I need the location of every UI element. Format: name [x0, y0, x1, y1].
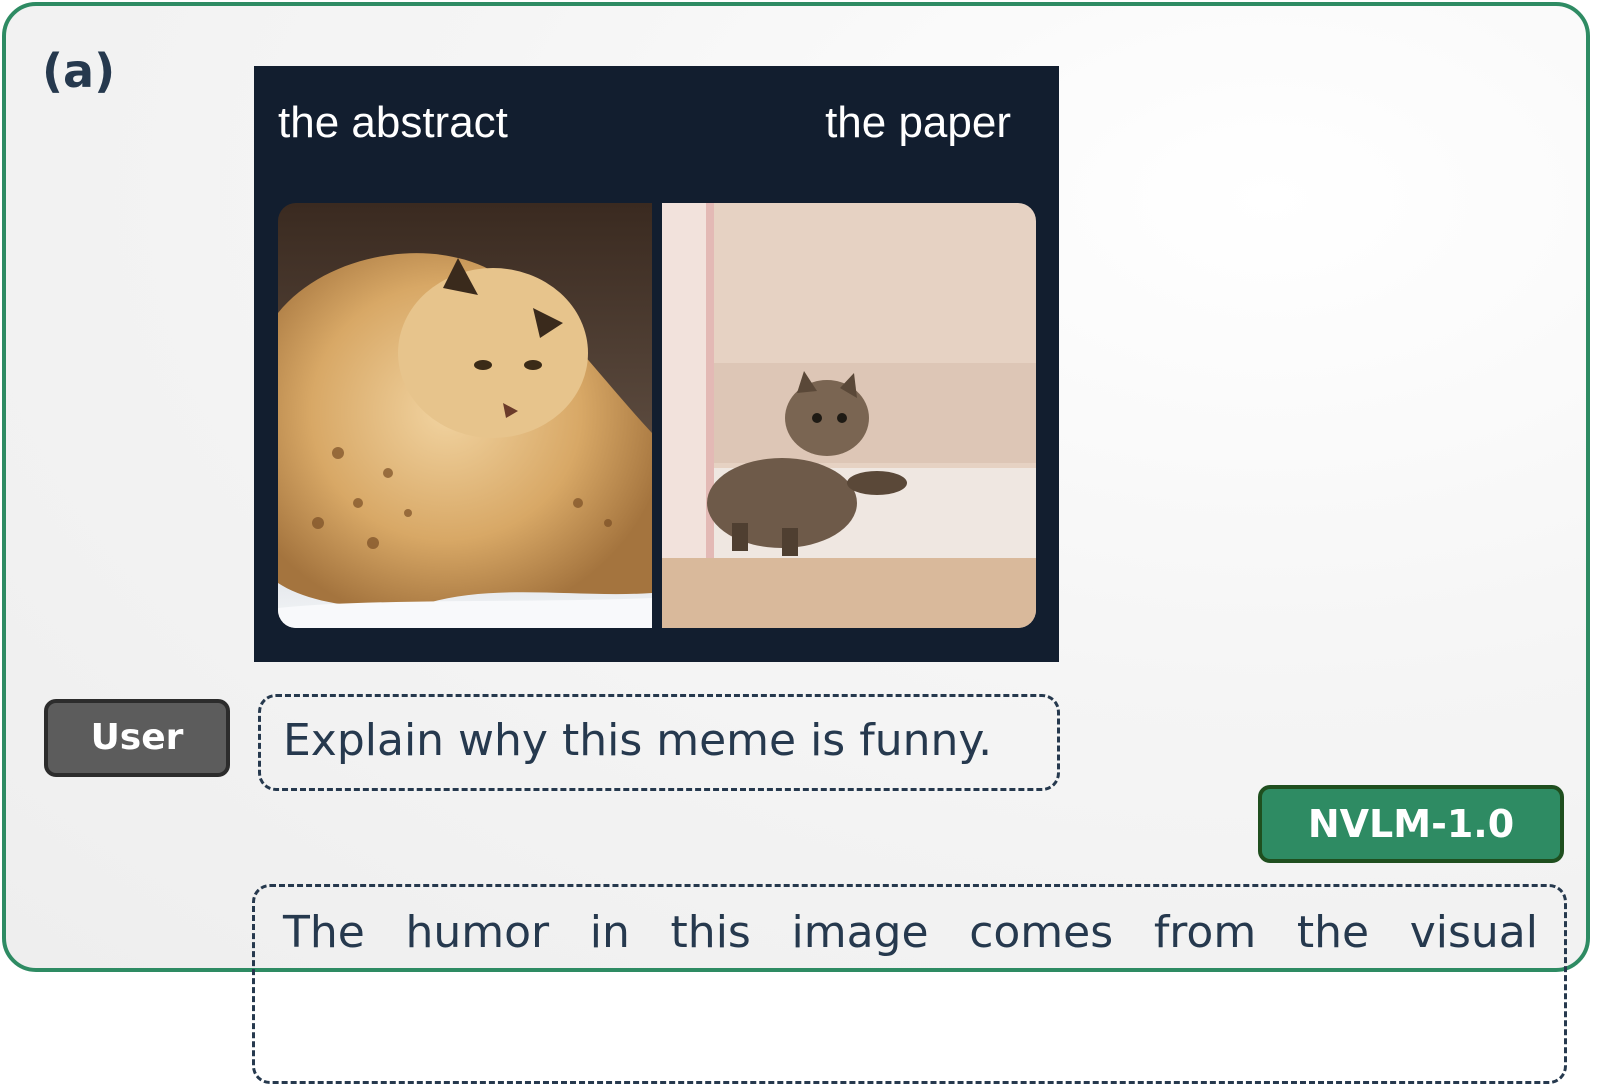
model-badge: NVLM-1.0	[1258, 785, 1564, 863]
user-badge: User	[44, 699, 230, 777]
example-panel: (a) the abstract the paper User Explain …	[2, 2, 1590, 1084]
user-message: Explain why this meme is funny.	[258, 694, 1060, 791]
meme-image: the abstract the paper	[254, 66, 1059, 662]
lynx-photo	[278, 203, 652, 628]
model-message: The humor in this image comes from the v…	[252, 884, 1567, 1084]
cat-photo	[662, 203, 1036, 628]
meme-caption-left: the abstract	[278, 98, 508, 147]
meme-caption-right: the paper	[825, 98, 1011, 147]
panel-label: (a)	[42, 44, 116, 98]
